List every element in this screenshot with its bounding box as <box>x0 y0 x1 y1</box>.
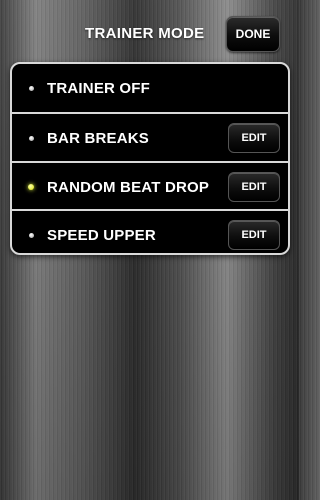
mode-label: RANDOM BEAT DROP <box>47 178 210 196</box>
edit-random-beat-drop-button[interactable]: EDIT <box>228 172 280 202</box>
trainer-mode-list: TRAINER OFF BAR BREAKS EDIT RANDOM BEAT … <box>10 62 290 255</box>
selected-indicator-dot-icon <box>28 184 34 190</box>
edit-speed-upper-button[interactable]: EDIT <box>228 220 280 250</box>
header-bar: TRAINER MODE DONE <box>0 14 299 52</box>
indicator-dot-icon <box>29 85 34 91</box>
indicator-dot-icon <box>29 135 34 141</box>
done-button[interactable]: DONE <box>226 16 280 52</box>
page-title: TRAINER MODE <box>85 25 205 42</box>
mode-label: BAR BREAKS <box>47 129 150 147</box>
mode-label: SPEED UPPER <box>47 226 156 244</box>
edit-bar-breaks-button[interactable]: EDIT <box>228 123 280 153</box>
mode-row-random-beat-drop[interactable]: RANDOM BEAT DROP EDIT <box>12 163 288 211</box>
mode-row-trainer-off[interactable]: TRAINER OFF <box>12 64 288 112</box>
mode-row-bar-breaks[interactable]: BAR BREAKS EDIT <box>12 114 288 162</box>
mode-row-speed-upper[interactable]: SPEED UPPER EDIT <box>12 211 288 253</box>
mode-label: TRAINER OFF <box>47 79 151 97</box>
indicator-dot-icon <box>29 232 34 238</box>
